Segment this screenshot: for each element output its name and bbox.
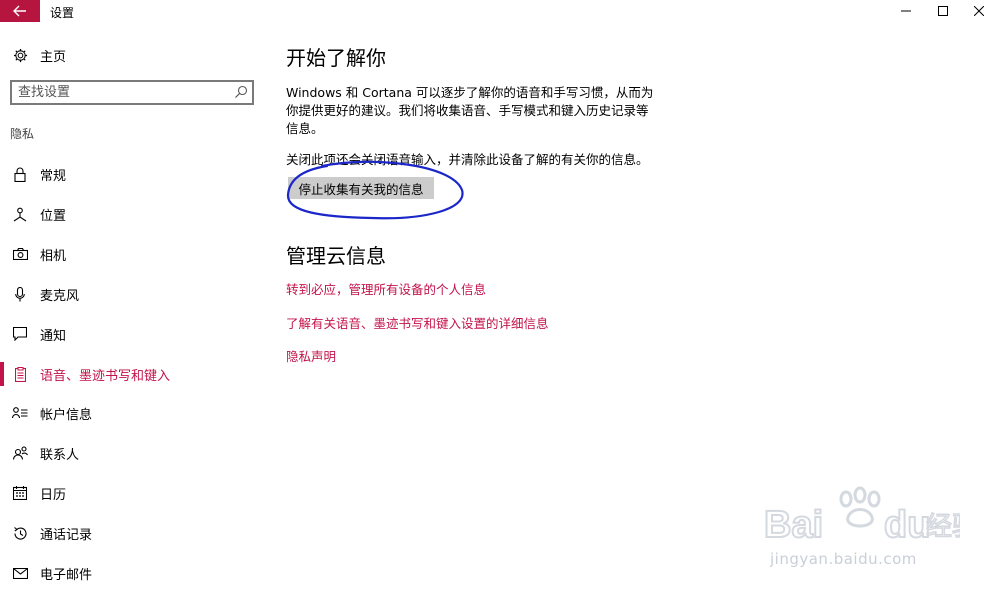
sidebar-item-label: 麦克风 bbox=[40, 288, 80, 304]
learn-more-link[interactable]: 了解有关语音、墨迹书写和键入设置的详细信息 bbox=[286, 313, 549, 332]
sidebar-item-email[interactable]: 电子邮件 bbox=[0, 561, 260, 585]
sidebar-item-label: 电子邮件 bbox=[40, 567, 93, 583]
back-arrow-icon bbox=[13, 5, 26, 17]
sidebar-item-label: 日历 bbox=[40, 487, 67, 503]
sidebar-item-label: 语音、墨迹书写和键入 bbox=[40, 368, 171, 384]
sidebar-item-label: 位置 bbox=[40, 208, 67, 224]
window-title: 设置 bbox=[50, 6, 75, 20]
search-icon[interactable] bbox=[234, 85, 248, 99]
off-note: 关闭此项还会关闭语音输入，并清除此设备了解的有关你的信息。 bbox=[286, 152, 649, 167]
svg-text:du: du bbox=[884, 504, 930, 546]
sidebar-item-notifications[interactable]: 通知 bbox=[0, 322, 260, 346]
privacy-statement-link[interactable]: 隐私声明 bbox=[286, 346, 336, 365]
sidebar-item-speech-inking-typing[interactable]: 语音、墨迹书写和键入 bbox=[0, 362, 260, 386]
email-icon bbox=[12, 565, 28, 581]
close-icon bbox=[974, 6, 984, 16]
sidebar-item-account-info[interactable]: 帐户信息 bbox=[0, 401, 260, 425]
svg-text:Bai: Bai bbox=[764, 504, 823, 546]
sidebar-item-microphone[interactable]: 麦克风 bbox=[0, 282, 260, 306]
search-box[interactable] bbox=[10, 80, 254, 105]
account-info-icon bbox=[12, 405, 28, 421]
camera-icon bbox=[12, 246, 28, 262]
microphone-icon bbox=[12, 286, 28, 302]
gear-icon bbox=[12, 47, 28, 63]
sidebar-item-label: 联系人 bbox=[40, 447, 80, 463]
sidebar-item-label: 通知 bbox=[40, 328, 67, 344]
maximize-icon bbox=[938, 6, 948, 16]
sidebar-item-call-history[interactable]: 通话记录 bbox=[0, 521, 260, 545]
sidebar-item-camera[interactable]: 相机 bbox=[0, 242, 260, 266]
contacts-icon bbox=[12, 445, 28, 461]
cloud-section-title: 管理云信息 bbox=[286, 244, 386, 268]
sidebar-item-label: 常规 bbox=[40, 168, 67, 184]
clipboard-icon bbox=[12, 366, 28, 382]
back-button[interactable] bbox=[0, 0, 40, 22]
page-title: 开始了解你 bbox=[286, 46, 386, 70]
minimize-icon bbox=[901, 10, 911, 12]
search-input[interactable] bbox=[18, 84, 228, 101]
section-label-privacy: 隐私 bbox=[10, 127, 35, 141]
active-indicator bbox=[0, 362, 4, 386]
call-history-icon bbox=[12, 525, 28, 541]
sidebar-home[interactable]: 主页 bbox=[12, 44, 66, 66]
location-icon bbox=[12, 206, 28, 222]
bing-manage-link[interactable]: 转到必应，管理所有设备的个人信息 bbox=[286, 279, 486, 298]
sidebar-item-general[interactable]: 常规 bbox=[0, 162, 260, 186]
page-description: Windows 和 Cortana 可以逐步了解你的语音和手写习惯，从而为你提供… bbox=[286, 85, 654, 136]
sidebar-item-label: 通话记录 bbox=[40, 527, 93, 543]
close-button[interactable] bbox=[956, 0, 1000, 22]
sidebar-home-label: 主页 bbox=[40, 49, 67, 65]
watermark-url: jingyan.baidu.com bbox=[770, 550, 917, 568]
title-bar: 设置 bbox=[0, 0, 1000, 22]
svg-text:经验: 经验 bbox=[926, 512, 960, 542]
calendar-icon bbox=[12, 485, 28, 501]
sidebar-item-label: 相机 bbox=[40, 248, 67, 264]
sidebar-item-location[interactable]: 位置 bbox=[0, 202, 260, 226]
stop-collecting-button[interactable]: 停止收集有关我的信息 bbox=[288, 177, 434, 199]
lock-icon bbox=[12, 166, 28, 182]
sidebar-item-calendar[interactable]: 日历 bbox=[0, 481, 260, 505]
sidebar-item-label: 帐户信息 bbox=[40, 407, 93, 423]
notification-icon bbox=[12, 326, 28, 342]
sidebar-item-contacts[interactable]: 联系人 bbox=[0, 441, 260, 465]
